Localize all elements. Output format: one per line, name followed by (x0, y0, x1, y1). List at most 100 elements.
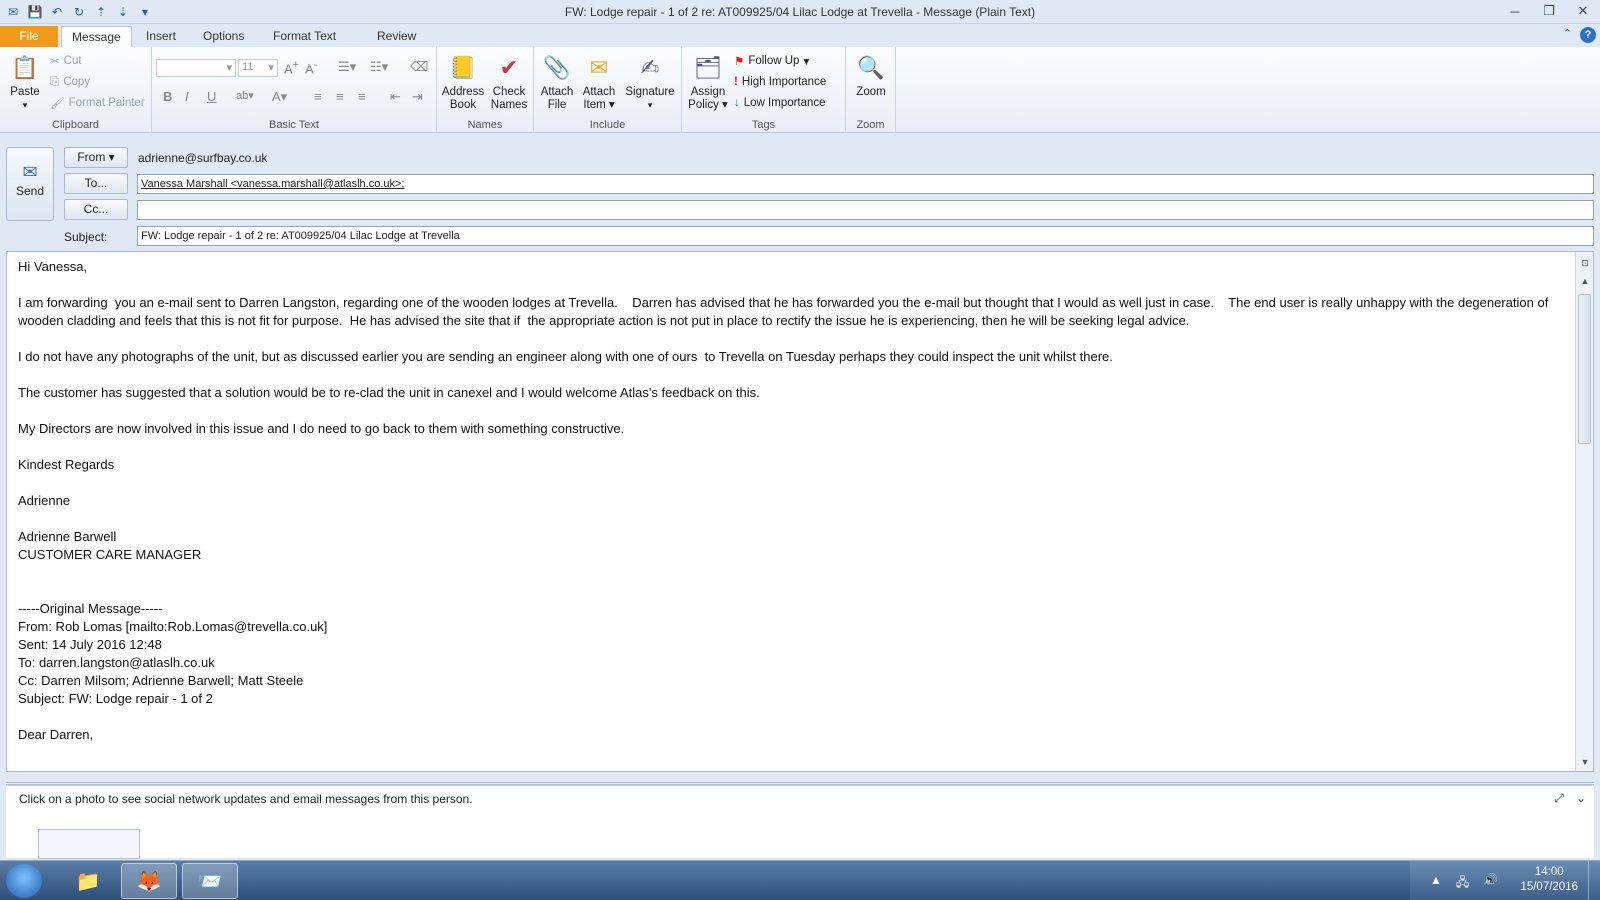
signature-button[interactable]: ✍ Signature ▾ (622, 51, 678, 112)
shrink-font-icon[interactable]: A- (305, 59, 317, 76)
minimize-button[interactable]: ─ (1498, 0, 1532, 22)
send-icon: ✉ (22, 162, 38, 182)
signature-title: CUSTOMER CARE MANAGER (18, 547, 202, 562)
original-sent: Sent: 14 July 2016 12:48 (18, 637, 162, 652)
clock-date: 15/07/2016 (1520, 881, 1578, 893)
format-painter-button[interactable]: 🖌 Format Painter (50, 94, 145, 112)
clock[interactable]: 14:00 15/07/2016 (1520, 865, 1578, 895)
flag-icon: ⚑ (734, 56, 745, 68)
paintbrush-icon: 🖌 (50, 98, 65, 110)
window-title: FW: Lodge repair - 1 of 2 re: AT009925/0… (564, 5, 1036, 19)
close-button[interactable]: ✕ (1566, 0, 1600, 22)
volume-icon[interactable]: 🔊 (1483, 873, 1498, 894)
people-pane: Click on a photo to see social network u… (6, 785, 1594, 859)
body-paragraph-4: My Directors are now involved in this is… (18, 421, 625, 436)
show-hidden-icons-icon[interactable]: ▲ (1430, 873, 1442, 894)
exclamation-icon: ! (734, 76, 738, 88)
body-paragraph-3: The customer has suggested that a soluti… (18, 385, 760, 400)
expand-pane-icon[interactable]: ⤢ (1554, 791, 1564, 806)
bold-icon[interactable]: B (163, 89, 172, 104)
copy-button[interactable]: ⎘ Copy (50, 73, 90, 91)
message-body[interactable]: Hi Vanessa, I am forwarding you an e-mai… (6, 251, 1594, 772)
clipboard-label: Clipboard (51, 119, 100, 131)
scroll-down-icon[interactable]: ▼ (1576, 757, 1593, 767)
help-icon[interactable]: ? (1580, 27, 1596, 43)
follow-up-button[interactable]: ⚑ Follow Up ▾ (734, 52, 809, 70)
down-arrow-icon: ↓ (734, 97, 740, 109)
tab-message[interactable]: Message (61, 26, 132, 47)
from-button[interactable]: From ▾ (64, 147, 128, 168)
decrease-indent-icon[interactable]: ⇤ (390, 89, 401, 105)
contact-photo[interactable] (38, 829, 140, 859)
body-paragraph-2: I do not have any photographs of the uni… (18, 349, 1113, 364)
scroll-up-icon[interactable]: ▲ (1576, 276, 1593, 286)
attach-item-button[interactable]: ✉ Attach Item ▾ (578, 51, 620, 112)
policy-icon: 🗂 (694, 54, 722, 80)
check-names-button[interactable]: ✔ Check Names (487, 51, 531, 112)
tab-review[interactable]: Review (367, 26, 426, 47)
paste-button[interactable]: 📋 Paste ▾ (6, 51, 44, 112)
align-center-icon[interactable]: ≡ (336, 89, 344, 104)
from-value: adrienne@surfbay.co.uk (138, 151, 268, 165)
send-button[interactable]: ✉ Send (6, 147, 54, 221)
network-icon[interactable]: 🖧 (1456, 873, 1469, 894)
to-recipient[interactable]: Vanessa Marshall <vanessa.marshall@atlas… (141, 178, 404, 190)
outlook-taskbar-icon[interactable]: 📨 (182, 863, 238, 899)
to-button[interactable]: To... (64, 173, 128, 194)
show-desktop-button[interactable] (1588, 861, 1600, 900)
restore-button[interactable]: ❐ (1532, 0, 1566, 22)
ribbon: 📋 Paste ▾ ✂ Cut ⎘ Copy 🖌 Format Painter Clip… (0, 47, 1600, 133)
underline-icon[interactable]: U (207, 89, 216, 104)
zoom-label: Zoom (856, 119, 885, 131)
highlight-icon[interactable]: ab▾ (236, 89, 254, 102)
increase-indent-icon[interactable]: ⇥ (412, 89, 423, 105)
signature-name: Adrienne Barwell (18, 529, 117, 544)
tags-label: Tags (751, 119, 776, 131)
numbering-icon[interactable]: ☷▾ (370, 59, 388, 75)
include-group: 📎 Attach File ✉ Attach Item ▾ ✍ Signatur… (534, 47, 682, 133)
font-size-combo[interactable]: 11 ▾ (238, 59, 278, 77)
clock-time: 14:00 (1534, 866, 1564, 878)
align-left-icon[interactable]: ≡ (314, 89, 322, 104)
attach-file-button[interactable]: 📎 Attach File (538, 51, 576, 112)
ruler-icon[interactable]: ⊡ (1576, 258, 1593, 269)
zoom-button[interactable]: 🔍 Zoom (850, 51, 892, 99)
body-scrollbar[interactable]: ⊡ ▲ ▼ (1575, 252, 1593, 771)
start-button[interactable] (6, 864, 42, 898)
body-paragraph-1: I am forwarding you an e-mail sent to Da… (18, 295, 1552, 328)
firefox-icon[interactable]: 🦊 (121, 863, 177, 899)
basic-text-group: ▾ 11 ▾ A+ A- ☰▾ ☷▾ ⌫ B I U ab▾ A▾ ≡ ≡ ≡ ⇤… (152, 47, 437, 133)
names-label: Names (467, 119, 503, 131)
low-importance-button[interactable]: ↓ Low Importance (734, 94, 826, 112)
system-tray: ▲ 🖧 🔊 14:00 15/07/2016 (1410, 861, 1600, 900)
clear-formatting-icon[interactable]: ⌫ (410, 59, 428, 75)
minimize-ribbon-icon[interactable]: ⌃ (1563, 27, 1572, 43)
tab-insert[interactable]: Insert (136, 26, 186, 47)
tab-format-text[interactable]: Format Text (263, 26, 346, 47)
align-right-icon[interactable]: ≡ (358, 89, 366, 104)
message-body-text[interactable]: Hi Vanessa, I am forwarding you an e-mai… (18, 258, 1558, 744)
cut-button[interactable]: ✂ Cut (50, 52, 82, 70)
italic-icon[interactable]: I (185, 89, 189, 104)
high-importance-button[interactable]: ! High Importance (734, 73, 826, 91)
clipboard-group: 📋 Paste ▾ ✂ Cut ⎘ Copy 🖌 Format Painter Clip… (0, 47, 152, 133)
cc-field[interactable] (137, 200, 1594, 220)
bullets-icon[interactable]: ☰▾ (338, 59, 356, 75)
to-field[interactable]: Vanessa Marshall <vanessa.marshall@atlas… (137, 174, 1594, 194)
paperclip-icon: 📎 (543, 54, 571, 80)
original-to: To: darren.langston@atlaslh.co.uk (18, 655, 215, 670)
assign-policy-button[interactable]: 🗂 Assign Policy ▾ (686, 51, 730, 112)
cc-button[interactable]: Cc... (64, 199, 128, 220)
font-name-combo[interactable]: ▾ (156, 59, 236, 77)
tab-file[interactable]: File (0, 26, 58, 47)
font-color-icon[interactable]: A▾ (272, 89, 287, 105)
grow-font-icon[interactable]: A+ (284, 59, 299, 76)
explorer-icon[interactable]: 📁 (60, 863, 116, 899)
zoom-group: 🔍 Zoom Zoom (846, 47, 896, 133)
body-signoff: Adrienne (18, 493, 71, 508)
subject-field[interactable]: FW: Lodge repair - 1 of 2 re: AT009925/0… (137, 226, 1594, 246)
scroll-thumb[interactable] (1578, 294, 1591, 444)
address-book-button[interactable]: 📒 Address Book (441, 51, 485, 112)
tab-options[interactable]: Options (193, 26, 254, 47)
collapse-pane-icon[interactable]: ⌄ (1576, 791, 1586, 806)
